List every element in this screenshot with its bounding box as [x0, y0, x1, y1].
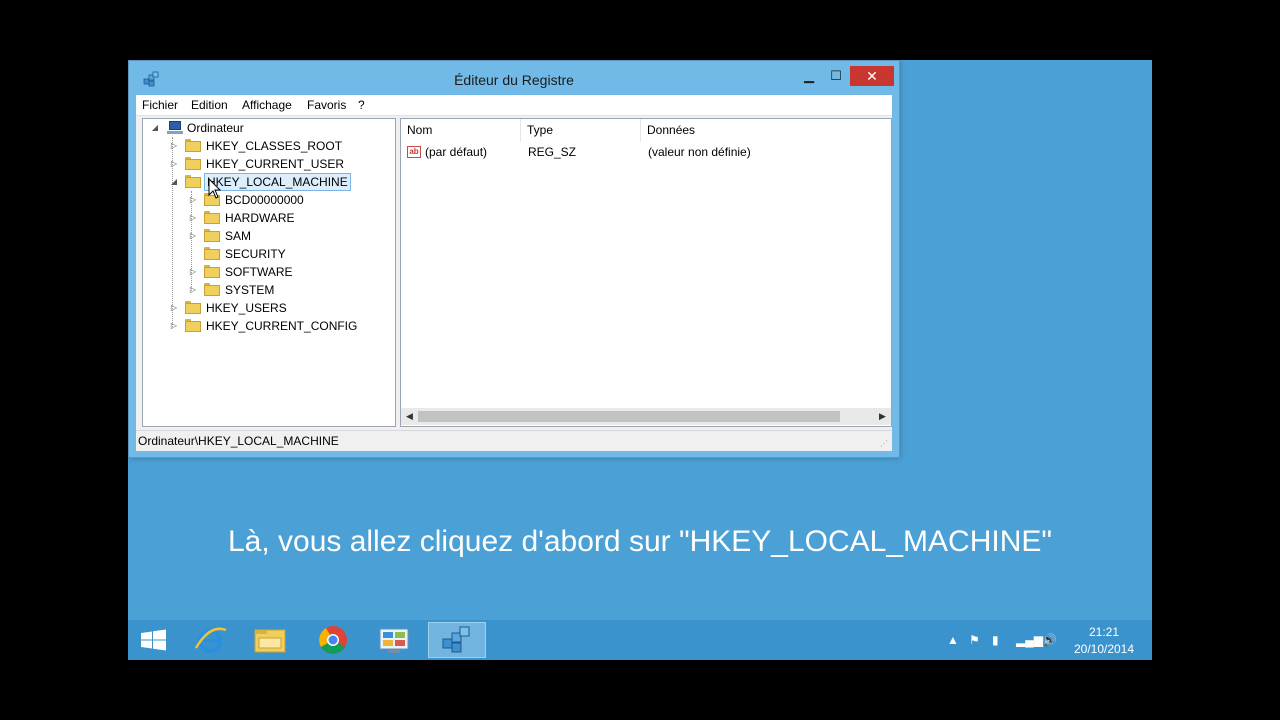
expand-arrow-icon[interactable]: ▷ [189, 196, 197, 204]
menu-affichage[interactable]: Affichage [242, 98, 292, 112]
maximize-button[interactable]: ☐ [823, 66, 849, 86]
file-explorer-icon[interactable] [242, 622, 298, 658]
expand-arrow-icon[interactable]: ▷ [170, 142, 178, 150]
action-center-flag-icon[interactable]: ⚑ [969, 633, 980, 647]
value-data: (valeur non définie) [648, 145, 751, 159]
taskbar: ▲ ⚑ ▮ ▂▄▆ 🔊 21:21 20/10/2014 [128, 620, 1152, 660]
open-folder-icon [185, 175, 201, 188]
horizontal-scrollbar[interactable]: ◀ ▶ [401, 408, 891, 425]
folder-icon [185, 157, 201, 170]
expand-arrow-icon[interactable]: ▷ [189, 232, 197, 240]
close-button[interactable]: ✕ [850, 66, 894, 86]
folder-icon [204, 265, 220, 278]
folder-icon [204, 247, 220, 260]
registry-tree[interactable]: ◢ Ordinateur ▷ HKEY_CLASSES_ROOT ▷ HKEY_… [142, 118, 396, 427]
desktop: Éditeur du Registre ▁ ☐ ✕ Fichier Editio… [128, 60, 1152, 660]
scroll-right-arrow-icon[interactable]: ▶ [874, 408, 891, 425]
windows-start-icon[interactable] [128, 622, 184, 658]
control-panel-icon[interactable] [366, 622, 422, 658]
clock-date[interactable]: 20/10/2014 [1068, 642, 1140, 656]
expand-arrow-icon[interactable]: ▷ [189, 214, 197, 222]
folder-icon [185, 319, 201, 332]
column-header-type[interactable]: Type [521, 119, 641, 142]
collapse-arrow-icon[interactable]: ◢ [151, 124, 159, 132]
folder-icon [185, 301, 201, 314]
internet-explorer-icon[interactable] [182, 622, 238, 658]
folder-icon [185, 139, 201, 152]
string-value-icon: ab [407, 146, 421, 158]
expand-arrow-icon[interactable]: ▷ [170, 160, 178, 168]
value-name[interactable]: (par défaut) [425, 145, 487, 159]
scrollbar-thumb[interactable] [418, 411, 840, 422]
computer-icon [167, 121, 183, 135]
value-type: REG_SZ [528, 145, 577, 159]
status-path: Ordinateur\HKEY_LOCAL_MACHINE [138, 434, 339, 448]
expand-arrow-icon[interactable]: ▷ [189, 286, 197, 294]
title-bar[interactable]: Éditeur du Registre ▁ ☐ ✕ [129, 61, 899, 95]
window-client: Fichier Edition Affichage Favoris ? ◢ Or… [136, 95, 892, 451]
tree-guide-line [191, 191, 192, 291]
collapse-arrow-icon[interactable]: ◢ [170, 178, 178, 186]
expand-arrow-icon[interactable]: ▷ [170, 304, 178, 312]
menu-edition[interactable]: Edition [191, 98, 228, 112]
regedit-icon [442, 626, 470, 653]
regedit-window: Éditeur du Registre ▁ ☐ ✕ Fichier Editio… [128, 60, 900, 458]
show-hidden-icons-icon[interactable]: ▲ [947, 633, 959, 647]
scroll-left-arrow-icon[interactable]: ◀ [401, 408, 418, 425]
minimize-button[interactable]: ▁ [796, 66, 822, 86]
menu-fichier[interactable]: Fichier [142, 98, 178, 112]
clock-time[interactable]: 21:21 [1084, 625, 1124, 639]
volume-icon[interactable]: 🔊 [1042, 633, 1057, 647]
subtitle-caption: Là, vous allez cliquez d'abord sur "HKEY… [227, 525, 1053, 558]
values-list[interactable]: Nom Type Données ab (par défaut) REG_SZ … [400, 118, 892, 427]
folder-icon [204, 229, 220, 242]
window-title: Éditeur du Registre [454, 72, 574, 88]
network-signal-icon[interactable]: ▂▄▆ [1016, 633, 1043, 647]
folder-icon [204, 283, 220, 296]
mouse-cursor-icon [208, 178, 222, 199]
power-icon[interactable]: ▮ [992, 633, 999, 647]
chrome-icon[interactable] [304, 622, 360, 658]
resize-grip-icon[interactable]: ⋰ [880, 439, 890, 449]
column-header-data[interactable]: Données [641, 119, 891, 142]
expand-arrow-icon[interactable]: ▷ [170, 322, 178, 330]
menu-help[interactable]: ? [358, 98, 365, 112]
status-bar: Ordinateur\HKEY_LOCAL_MACHINE ⋰ [136, 430, 892, 451]
folder-icon [204, 211, 220, 224]
menu-bar: Fichier Edition Affichage Favoris ? [136, 95, 892, 116]
regedit-taskbar-button[interactable] [428, 622, 486, 658]
menu-favoris[interactable]: Favoris [307, 98, 346, 112]
column-header-name[interactable]: Nom [401, 119, 521, 142]
expand-arrow-icon[interactable]: ▷ [189, 268, 197, 276]
